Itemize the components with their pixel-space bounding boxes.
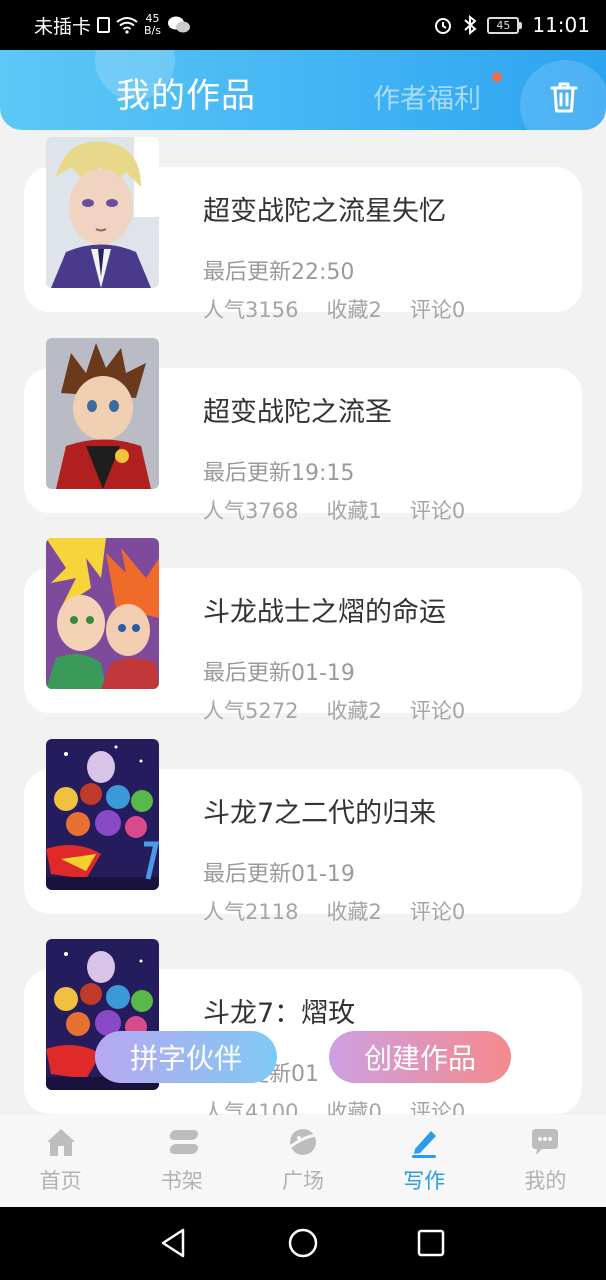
nav-label: 广场 [282,1169,324,1193]
last-updated: 最后更新01-19 [203,862,355,887]
work-item[interactable]: 斗龙7：熠玫 最后更新01 人气4100 收藏0 评论0 [0,939,606,1115]
nav-label: 首页 [39,1169,82,1193]
back-icon[interactable] [155,1225,191,1261]
comments-count: 评论0 [409,1100,466,1115]
nav-item-mine[interactable]: 我的 [485,1115,606,1207]
favorites-count: 收藏1 [326,499,382,523]
network-speed: 45 B/s [144,13,161,37]
status-bar: 未插卡 45 B/s 45 11:01 [0,0,606,50]
popularity-count: 人气3768 [203,499,299,523]
create-work-button[interactable]: 创建作品 [329,1031,511,1083]
work-stats: 人气3768 收藏1 评论0 [203,495,465,525]
work-title[interactable]: 超变战陀之流星失忆 [203,189,446,228]
wechat-icon [168,16,190,33]
popularity-count: 人气5272 [203,699,299,723]
last-updated: 最后更新01-19 [203,661,355,686]
work-title[interactable]: 斗龙7之二代的归来 [203,791,436,830]
battery-icon: 45 [487,16,523,34]
comments-count: 评论0 [409,900,466,924]
work-item[interactable]: 超变战陀之流星失忆 最后更新22:50 人气3156 收藏2 评论0 [0,137,606,337]
speed-unit: B/s [144,24,161,37]
work-stats: 人气5272 收藏2 评论0 [203,695,465,725]
work-stats: 人气4100 收藏0 评论0 [203,1096,465,1115]
nav-item-writing[interactable]: 写作 [364,1115,485,1207]
nav-label: 写作 [403,1169,446,1193]
planet-icon [289,1129,317,1155]
favorites-count: 收藏2 [326,699,382,723]
works-list[interactable]: 超变战陀之流星失忆 最后更新22:50 人气3156 收藏2 评论0 超变战陀之… [0,130,606,1115]
favorites-count: 收藏2 [326,298,382,322]
bluetooth-icon [464,15,477,35]
system-nav-bar [0,1207,606,1280]
chat-bubble-icon [532,1129,559,1155]
pen-icon [412,1131,437,1158]
bottom-nav: 首页 书架 广场 写作 我的 [0,1115,606,1207]
bookshelf-icon [169,1130,198,1154]
cover-image[interactable] [46,538,159,689]
tab-my-works[interactable]: 我的作品 [116,68,256,117]
nav-item-bookshelf[interactable]: 书架 [121,1115,242,1207]
work-item[interactable]: 斗龙战士之熠的命运 最后更新01-19 人气5272 收藏2 评论0 [0,538,606,738]
last-updated: 最后更新19:15 [203,461,355,486]
home-button-icon[interactable] [285,1225,321,1261]
tab-author-welfare[interactable]: 作者福利 [373,77,481,116]
nav-item-home[interactable]: 首页 [0,1115,121,1207]
comments-count: 评论0 [409,499,466,523]
popularity-count: 人气3156 [203,298,299,322]
cover-image[interactable] [46,338,159,489]
popularity-count: 人气2118 [203,900,299,924]
work-stats: 人气2118 收藏2 评论0 [203,896,465,926]
favorites-count: 收藏0 [326,1100,382,1115]
notification-dot [492,72,502,82]
carrier-label: 未插卡 [34,15,92,38]
home-icon [46,1129,75,1156]
alarm-icon [435,18,452,34]
work-item[interactable]: 斗龙7之二代的归来 最后更新01-19 人气2118 收藏2 评论0 [0,739,606,939]
comments-count: 评论0 [409,699,466,723]
comments-count: 评论0 [409,298,466,322]
cover-image[interactable] [46,739,159,890]
nav-label: 我的 [524,1169,567,1193]
work-stats: 人气3156 收藏2 评论0 [203,294,465,324]
favorites-count: 收藏2 [326,900,382,924]
recents-icon[interactable] [413,1225,449,1261]
trash-icon[interactable] [548,80,580,114]
work-title[interactable]: 斗龙7：熠玫 [203,991,355,1030]
popularity-count: 人气4100 [203,1100,299,1115]
battery-level: 45 [487,16,520,34]
nav-label: 书架 [160,1169,203,1193]
top-header: 我的作品 作者福利 [0,50,606,130]
work-item[interactable]: 超变战陀之流圣 最后更新19:15 人气3768 收藏1 评论0 [0,338,606,538]
work-title[interactable]: 超变战陀之流圣 [203,390,392,429]
typing-partner-button[interactable]: 拼字伙伴 [95,1031,277,1083]
last-updated: 最后更新22:50 [203,260,355,285]
wifi-icon [116,17,138,34]
work-title[interactable]: 斗龙战士之熠的命运 [203,590,446,629]
clock: 11:01 [532,13,590,37]
nav-item-square[interactable]: 广场 [242,1115,363,1207]
cover-image[interactable] [46,137,159,288]
sim-icon [97,17,111,33]
